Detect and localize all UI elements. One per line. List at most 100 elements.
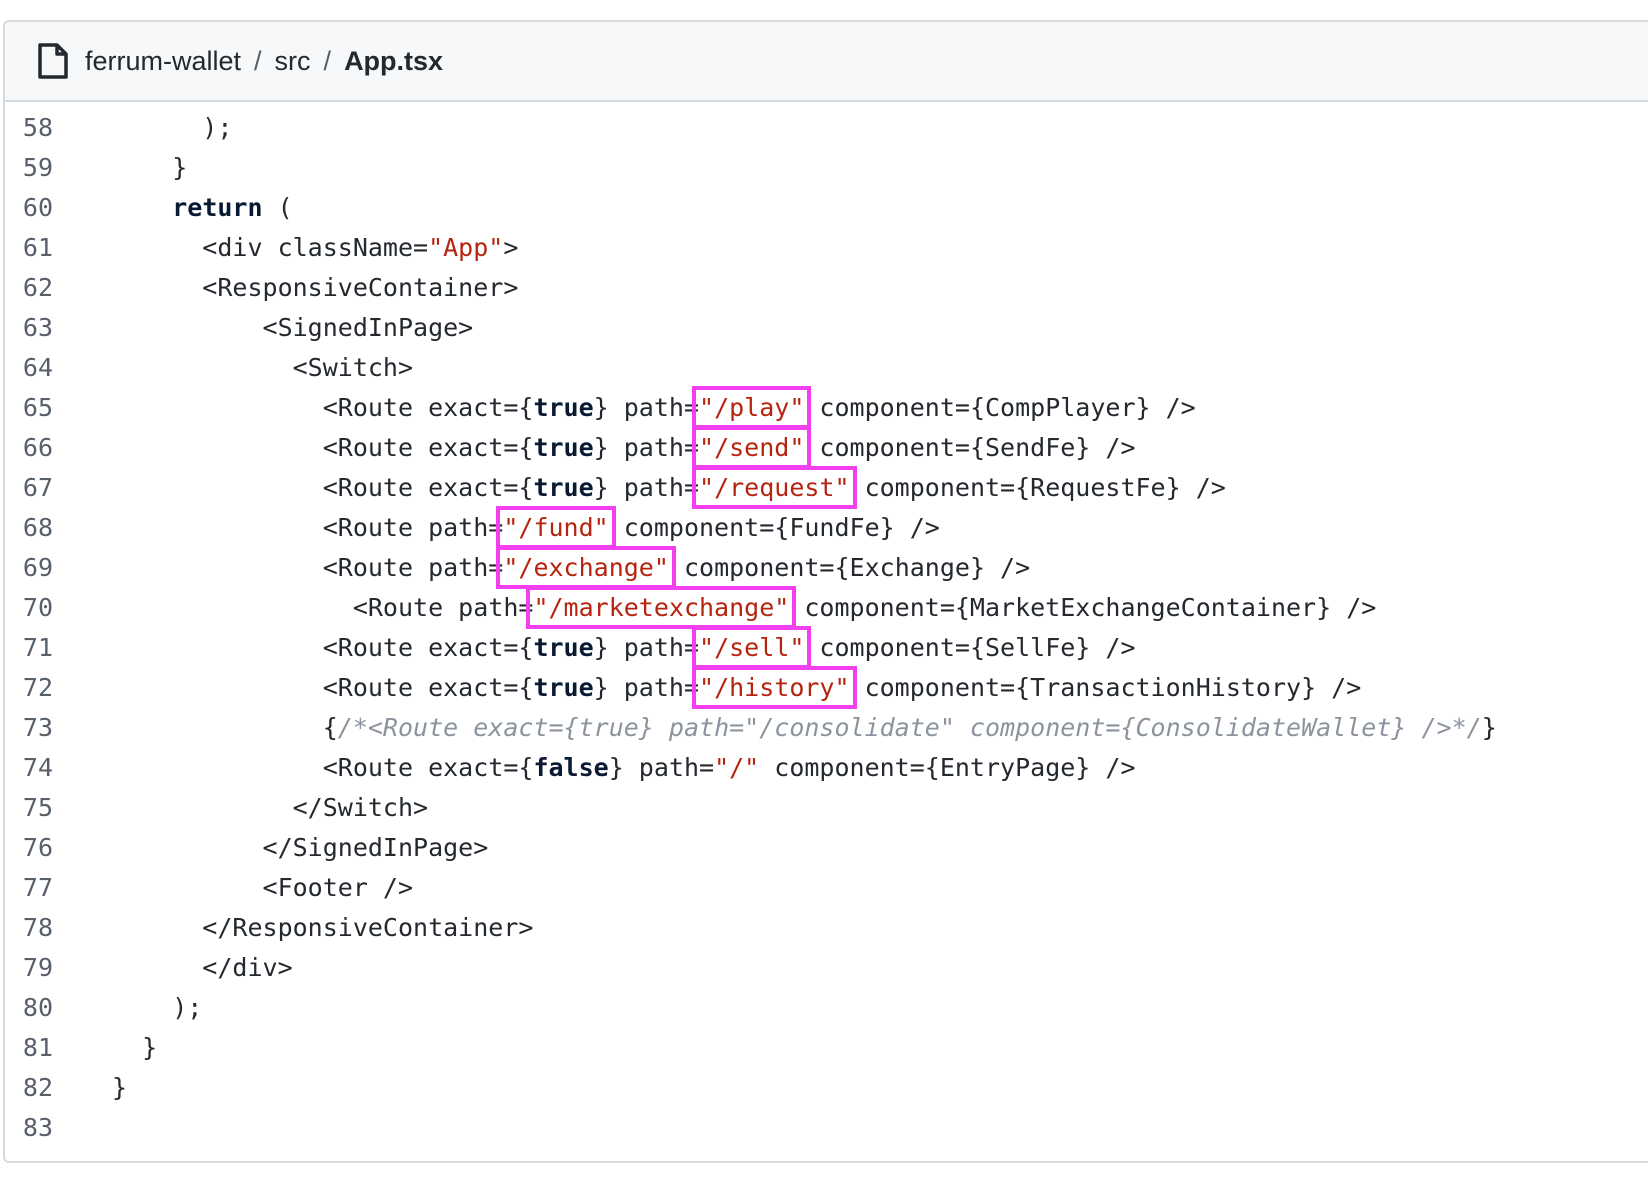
code-token: <Route exact={ [112, 633, 534, 662]
code-line: 70 <Route path="/marketexchange" compone… [5, 586, 1648, 629]
code-line: 69 <Route path="/exchange" component={Ex… [5, 546, 1648, 589]
code-line: 64 <Switch> [5, 348, 1648, 388]
code-line: 58 ); [5, 108, 1648, 148]
breadcrumb-folder-link[interactable]: src [275, 46, 311, 76]
breadcrumb-current-file: App.tsx [344, 46, 444, 76]
line-number[interactable]: 72 [5, 668, 53, 708]
code-line: 68 <Route path="/fund" component={FundFe… [5, 506, 1648, 549]
line-number[interactable]: 58 [5, 108, 53, 148]
highlighted-route-path: "/history" [692, 666, 857, 709]
code-token: </div> [112, 953, 293, 982]
line-code: <Route path="/marketexchange" component=… [112, 586, 1377, 629]
line-number[interactable]: 64 [5, 348, 53, 388]
line-code: <div className="App"> [112, 228, 518, 268]
line-number[interactable]: 80 [5, 988, 53, 1028]
code-line: 83 [5, 1108, 1648, 1148]
line-number[interactable]: 74 [5, 748, 53, 788]
line-number[interactable]: 83 [5, 1108, 53, 1148]
highlighted-route-path: "/exchange" [496, 546, 676, 589]
code-token: </ResponsiveContainer> [112, 913, 534, 942]
code-line: 80 ); [5, 988, 1648, 1028]
line-code: } [112, 148, 187, 188]
code-token: } path= [593, 673, 700, 702]
code-token: } path= [593, 393, 700, 422]
line-number[interactable]: 78 [5, 908, 53, 948]
highlighted-route-path: "/sell" [691, 626, 812, 669]
line-number[interactable]: 81 [5, 1028, 53, 1068]
code-token: <Route path= [112, 553, 504, 582]
code-token: } path= [593, 433, 700, 462]
code-line: 75 </Switch> [5, 788, 1648, 828]
code-token: <Switch> [112, 353, 414, 382]
line-number[interactable]: 71 [5, 628, 53, 668]
highlighted-route-path: "/send" [691, 426, 812, 469]
breadcrumb-separator: / [254, 46, 262, 76]
code-line: 82} [5, 1068, 1648, 1108]
line-number[interactable]: 62 [5, 268, 53, 308]
code-token: } [112, 1073, 128, 1102]
code-listing: 58 ); 59 } 60 return (61 <div className="A… [5, 108, 1648, 1148]
code-token: <div className= [112, 233, 429, 262]
keyword-token: true [533, 633, 594, 662]
code-token: <Route path= [112, 513, 504, 542]
code-token: component={MarketExchangeContainer} /> [789, 593, 1377, 622]
line-code: return ( [112, 188, 293, 228]
line-code: <Footer /> [112, 868, 414, 908]
code-line: 79 </div> [5, 948, 1648, 988]
line-number[interactable]: 76 [5, 828, 53, 868]
keyword-token: true [533, 433, 594, 462]
keyword-token: return [172, 193, 263, 222]
line-code: </ResponsiveContainer> [112, 908, 533, 948]
keyword-token: true [533, 393, 594, 422]
line-number[interactable]: 67 [5, 468, 53, 508]
line-number[interactable]: 79 [5, 948, 53, 988]
breadcrumb-repo-link[interactable]: ferrum-wallet [85, 46, 241, 76]
code-token: { [112, 713, 338, 742]
code-line: 76 </SignedInPage> [5, 828, 1648, 868]
code-token: component={TransactionHistory} /> [849, 673, 1362, 702]
keyword-token: false [533, 753, 609, 782]
comment-token: /*<Route exact={true} path="/consolidate… [337, 713, 1482, 742]
line-number[interactable]: 68 [5, 508, 53, 548]
code-token: ); [112, 993, 203, 1022]
code-line: 62 <ResponsiveContainer> [5, 268, 1648, 308]
code-token: component={EntryPage} /> [759, 753, 1136, 782]
code-token: ( [262, 193, 293, 222]
line-number[interactable]: 82 [5, 1068, 53, 1108]
code-line: 65 <Route exact={true} path="/play" comp… [5, 386, 1648, 429]
line-number[interactable]: 60 [5, 188, 53, 228]
line-number[interactable]: 65 [5, 388, 53, 428]
line-number[interactable]: 69 [5, 548, 53, 588]
line-code: <SignedInPage> [112, 308, 474, 348]
code-token: } path= [608, 753, 715, 782]
line-number[interactable]: 66 [5, 428, 53, 468]
breadcrumb: ferrum-wallet / src / App.tsx [85, 44, 443, 78]
code-token: component={FundFe} /> [608, 513, 940, 542]
line-code: ); [112, 988, 202, 1028]
code-token: ); [112, 113, 233, 142]
line-number[interactable]: 59 [5, 148, 53, 188]
code-token: } [112, 1033, 158, 1062]
line-code: </SignedInPage> [112, 828, 489, 868]
line-number[interactable]: 77 [5, 868, 53, 908]
code-token: <Route exact={ [112, 393, 534, 422]
file-header: ferrum-wallet / src / App.tsx [5, 22, 1648, 102]
code-line: 81 } [5, 1028, 1648, 1068]
line-number[interactable]: 70 [5, 588, 53, 628]
code-token: <Footer /> [112, 873, 414, 902]
highlighted-route-path: "/play" [691, 386, 812, 429]
line-code: } [112, 1068, 127, 1108]
line-code: </Switch> [112, 788, 428, 828]
line-number[interactable]: 61 [5, 228, 53, 268]
code-line: 77 <Footer /> [5, 868, 1648, 908]
file-icon [38, 43, 68, 79]
line-number[interactable]: 75 [5, 788, 53, 828]
line-code: <Route exact={true} path="/request" comp… [112, 466, 1226, 509]
line-code: {/*<Route exact={true} path="/consolidat… [112, 708, 1497, 748]
code-token: } path= [593, 473, 700, 502]
highlighted-route-path: "/request" [692, 466, 857, 509]
line-code: </div> [112, 948, 293, 988]
line-number[interactable]: 63 [5, 308, 53, 348]
line-number[interactable]: 73 [5, 708, 53, 748]
